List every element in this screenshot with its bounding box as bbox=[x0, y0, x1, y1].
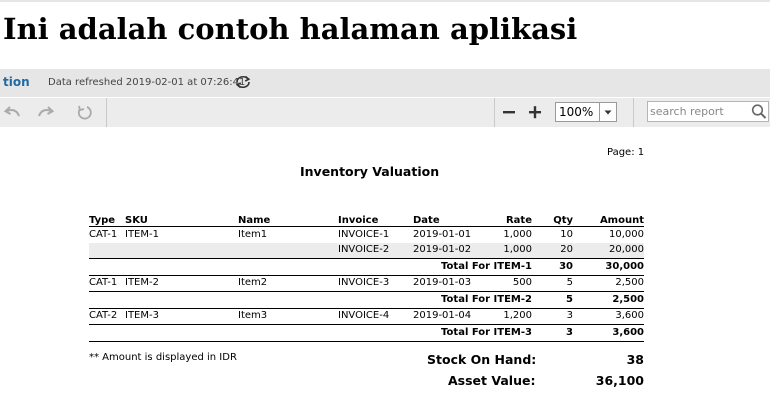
toolbar-divider bbox=[106, 98, 107, 127]
stock-on-hand-label: Stock On Hand: bbox=[427, 352, 537, 367]
currency-footnote: ** Amount is displayed in IDR bbox=[89, 352, 237, 363]
total-row: Total For ITEM-3 3 3,600 bbox=[89, 324, 644, 342]
cell-rate: 1,200 bbox=[503, 310, 532, 322]
top-divider bbox=[0, 0, 770, 2]
total-amount: 2,500 bbox=[573, 291, 644, 309]
column-header-amount: Amount bbox=[573, 213, 644, 227]
page-title: Ini adalah contoh halaman aplikasi bbox=[3, 12, 578, 46]
cell-invoice: INVOICE-3 bbox=[338, 277, 390, 289]
zoom-out-icon bbox=[503, 111, 515, 114]
zoom-select[interactable]: 100% bbox=[555, 102, 617, 122]
refresh-button[interactable] bbox=[233, 73, 253, 91]
zoom-in-button[interactable] bbox=[525, 103, 545, 121]
column-header-date: Date bbox=[413, 213, 481, 227]
cell-invoice: INVOICE-1 bbox=[338, 228, 390, 240]
cell-qty: 10 bbox=[560, 228, 573, 240]
cell-invoice: INVOICE-4 bbox=[338, 310, 390, 322]
cell-sku: ITEM-3 bbox=[125, 310, 159, 322]
redo-icon bbox=[38, 106, 55, 117]
page-number: Page: 1 bbox=[607, 147, 645, 158]
toolbar-divider bbox=[494, 98, 495, 127]
total-amount: 30,000 bbox=[573, 258, 644, 276]
cell-invoice: INVOICE-2 bbox=[338, 242, 413, 259]
undo-icon bbox=[3, 106, 20, 117]
cell-type: CAT-1 bbox=[89, 277, 118, 289]
report-header-bar: tion Data refreshed 2019-02-01 at 07:26:… bbox=[0, 69, 770, 97]
total-row: Total For ITEM-1 30 30,000 bbox=[89, 258, 644, 276]
table-row: CAT-1 ITEM-1 Item1 INVOICE-1 2019-01-01 … bbox=[89, 227, 644, 243]
total-label: Total For ITEM-1 bbox=[89, 258, 532, 276]
cell-amount: 2,500 bbox=[615, 277, 644, 289]
cell-rate: 500 bbox=[512, 277, 532, 289]
search-input[interactable] bbox=[650, 103, 745, 120]
cell-amount: 20,000 bbox=[573, 242, 644, 259]
redo-button[interactable] bbox=[36, 103, 56, 121]
total-label: Total For ITEM-2 bbox=[89, 291, 532, 309]
cell-name: Item1 bbox=[238, 228, 268, 240]
column-header-name: Name bbox=[238, 213, 338, 227]
search-button[interactable] bbox=[751, 103, 767, 120]
cell-sku: ITEM-2 bbox=[125, 277, 159, 289]
column-header-qty: Qty bbox=[532, 213, 573, 227]
table-row: INVOICE-2 2019-01-02 1,000 20 20,000 bbox=[89, 242, 644, 259]
cell-type bbox=[89, 242, 125, 259]
inventory-table: Type SKU Name Invoice Date Rate Qty Amou… bbox=[89, 213, 644, 342]
search-icon bbox=[751, 104, 767, 119]
report-canvas: Page: 1 Inventory Valuation Type SKU Nam… bbox=[0, 127, 770, 407]
total-row: Total For ITEM-2 5 2,500 bbox=[89, 291, 644, 309]
cell-sku bbox=[125, 242, 238, 259]
asset-value-value: 36,100 bbox=[595, 373, 644, 388]
table-row: CAT-1 ITEM-2 Item2 INVOICE-3 2019-01-03 … bbox=[89, 275, 644, 292]
table-row: CAT-2 ITEM-3 Item3 INVOICE-4 2019-01-04 … bbox=[89, 308, 644, 325]
toolbar-divider bbox=[633, 98, 634, 127]
total-amount: 3,600 bbox=[573, 324, 644, 342]
zoom-value: 100% bbox=[559, 105, 594, 119]
cell-rate: 1,000 bbox=[481, 242, 532, 259]
report-tab-label[interactable]: tion bbox=[3, 75, 30, 89]
total-qty: 5 bbox=[532, 291, 573, 309]
chevron-down-icon bbox=[604, 110, 612, 115]
total-label: Total For ITEM-3 bbox=[89, 324, 532, 342]
zoom-dropdown-button[interactable] bbox=[599, 103, 616, 121]
cell-date: 2019-01-03 bbox=[413, 277, 472, 289]
undo-button[interactable] bbox=[2, 103, 22, 121]
cell-name: Item2 bbox=[238, 277, 268, 289]
asset-value-label: Asset Value: bbox=[448, 373, 536, 388]
data-refreshed-text: Data refreshed 2019-02-01 at 07:26:41 bbox=[48, 77, 246, 88]
cell-qty: 20 bbox=[532, 242, 573, 259]
column-header-type: Type bbox=[89, 213, 125, 227]
cell-date: 2019-01-01 bbox=[413, 228, 472, 240]
cell-name: Item3 bbox=[238, 310, 268, 322]
zoom-in-icon bbox=[529, 106, 541, 119]
cell-qty: 5 bbox=[566, 277, 573, 289]
reset-icon bbox=[77, 105, 92, 120]
cell-qty: 3 bbox=[566, 310, 573, 322]
search-box[interactable] bbox=[647, 101, 769, 122]
cell-type: CAT-2 bbox=[89, 310, 118, 322]
column-header-sku: SKU bbox=[125, 213, 238, 227]
cell-name bbox=[238, 242, 338, 259]
table-header-row: Type SKU Name Invoice Date Rate Qty Amou… bbox=[89, 213, 644, 227]
total-qty: 30 bbox=[532, 258, 573, 276]
zoom-out-button[interactable] bbox=[499, 103, 519, 121]
cell-amount: 3,600 bbox=[615, 310, 644, 322]
report-toolbar: 100% bbox=[0, 98, 770, 127]
report-title: Inventory Valuation bbox=[300, 164, 440, 179]
cell-type: CAT-1 bbox=[89, 228, 118, 240]
cell-amount: 10,000 bbox=[609, 228, 644, 240]
column-header-invoice: Invoice bbox=[338, 213, 413, 227]
refresh-icon bbox=[235, 75, 251, 89]
cell-sku: ITEM-1 bbox=[125, 228, 159, 240]
total-qty: 3 bbox=[532, 324, 573, 342]
cell-date: 2019-01-02 bbox=[413, 242, 481, 259]
cell-rate: 1,000 bbox=[503, 228, 532, 240]
column-header-rate: Rate bbox=[481, 213, 532, 227]
cell-date: 2019-01-04 bbox=[413, 310, 472, 322]
stock-on-hand-value: 38 bbox=[626, 352, 644, 367]
reset-button[interactable] bbox=[74, 103, 94, 121]
